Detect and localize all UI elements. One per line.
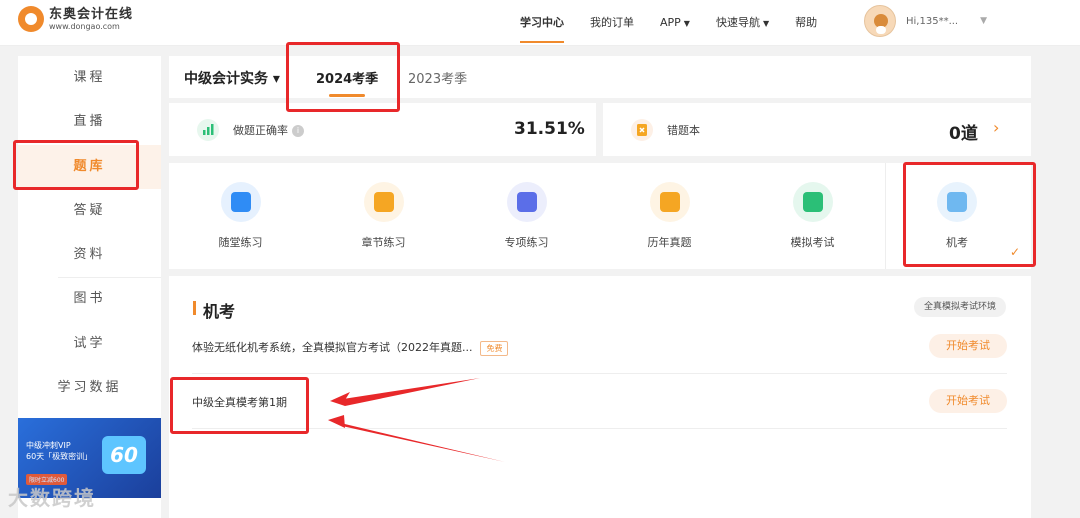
annotation-arrows	[328, 378, 505, 462]
arrow-icon	[328, 415, 345, 428]
arrow-icon	[330, 378, 480, 406]
arrow-icon	[328, 420, 505, 462]
